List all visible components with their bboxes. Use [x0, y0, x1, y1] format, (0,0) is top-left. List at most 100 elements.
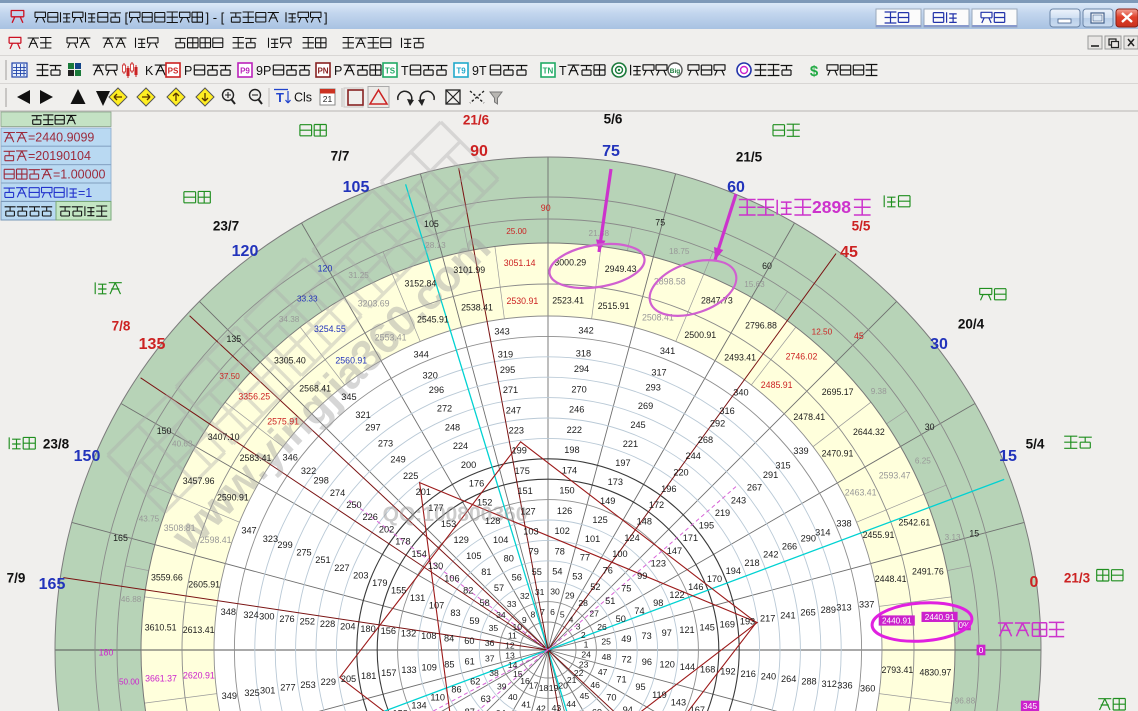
- svg-text:318: 318: [576, 348, 591, 358]
- svg-text:2455.91: 2455.91: [863, 530, 895, 540]
- svg-text:P: P: [184, 64, 192, 78]
- svg-text:81: 81: [481, 567, 491, 577]
- svg-text:59: 59: [469, 616, 479, 626]
- svg-text:12.50: 12.50: [812, 327, 833, 336]
- svg-text:18: 18: [539, 683, 549, 693]
- svg-text:2440.91: 2440.91: [882, 616, 912, 625]
- svg-text:105: 105: [424, 219, 439, 229]
- svg-text:156: 156: [381, 626, 396, 636]
- svg-text:9: 9: [522, 615, 527, 625]
- svg-text:348: 348: [221, 607, 236, 617]
- svg-text:T: T: [559, 64, 567, 78]
- svg-text:168: 168: [700, 664, 715, 674]
- svg-text:58: 58: [479, 598, 489, 608]
- svg-text:2746.02: 2746.02: [786, 351, 818, 361]
- svg-text:3305.40: 3305.40: [274, 355, 306, 365]
- svg-text:148: 148: [637, 517, 652, 527]
- svg-text:274: 274: [330, 488, 345, 498]
- svg-text:196: 196: [661, 484, 676, 494]
- svg-text:7/8: 7/8: [112, 319, 131, 334]
- svg-text:55: 55: [532, 567, 542, 577]
- svg-text:42: 42: [536, 703, 546, 711]
- svg-text:2542.61: 2542.61: [898, 517, 930, 527]
- svg-text:80: 80: [504, 554, 514, 564]
- svg-text:15: 15: [969, 529, 979, 539]
- svg-text:345: 345: [1023, 701, 1037, 711]
- svg-text:167: 167: [690, 705, 705, 711]
- svg-text:2493.41: 2493.41: [724, 353, 756, 363]
- svg-text:2448.41: 2448.41: [875, 574, 907, 584]
- svg-text:270: 270: [571, 384, 586, 394]
- svg-text:2500.91: 2500.91: [684, 330, 716, 340]
- svg-text:5/6: 5/6: [604, 112, 623, 127]
- svg-text:38: 38: [489, 668, 499, 678]
- svg-text:298: 298: [314, 476, 329, 486]
- svg-text:247: 247: [506, 405, 521, 415]
- svg-text:222: 222: [567, 425, 582, 435]
- svg-text:T9: T9: [456, 67, 466, 76]
- svg-text:83: 83: [450, 608, 460, 618]
- svg-text:134: 134: [411, 701, 426, 711]
- svg-text:204: 204: [340, 621, 355, 631]
- svg-text:6: 6: [550, 607, 555, 617]
- svg-text:253: 253: [300, 680, 315, 690]
- svg-text:268: 268: [698, 435, 713, 445]
- svg-text:22: 22: [574, 668, 584, 678]
- svg-text:314: 314: [815, 527, 830, 537]
- svg-text:41: 41: [521, 700, 531, 710]
- svg-text:79: 79: [529, 547, 539, 557]
- svg-text:226: 226: [363, 512, 378, 522]
- svg-text:36: 36: [485, 638, 495, 648]
- svg-text:275: 275: [296, 548, 311, 558]
- svg-text:347: 347: [241, 526, 256, 536]
- svg-text:192: 192: [720, 667, 735, 677]
- svg-text:225: 225: [403, 471, 418, 481]
- svg-text:TS: TS: [385, 67, 396, 76]
- svg-text:152: 152: [477, 497, 492, 507]
- svg-text:264: 264: [781, 674, 796, 684]
- svg-text:46: 46: [590, 680, 600, 690]
- svg-text:40: 40: [508, 692, 518, 702]
- svg-text:43.75: 43.75: [139, 515, 160, 524]
- svg-text:21/6: 21/6: [463, 113, 490, 128]
- svg-text:86: 86: [451, 685, 461, 695]
- svg-text:T: T: [401, 64, 409, 78]
- svg-text:342: 342: [578, 326, 593, 336]
- svg-text:173: 173: [608, 477, 623, 487]
- svg-text:=20190104: =20190104: [28, 149, 91, 163]
- svg-text:52: 52: [590, 582, 600, 592]
- svg-text:3457.96: 3457.96: [183, 476, 215, 486]
- svg-text:338: 338: [836, 518, 851, 528]
- svg-text:70: 70: [606, 693, 616, 703]
- svg-text:150: 150: [559, 486, 574, 496]
- svg-text:154: 154: [412, 549, 427, 559]
- svg-text:30: 30: [550, 587, 560, 597]
- svg-text:2568.41: 2568.41: [299, 384, 331, 394]
- svg-text:Cls: Cls: [294, 91, 312, 105]
- svg-text:3: 3: [576, 621, 581, 631]
- svg-text:103: 103: [523, 526, 538, 536]
- svg-text:] - [: ] - [: [206, 10, 225, 25]
- svg-text:323: 323: [263, 534, 278, 544]
- svg-text:106: 106: [444, 573, 459, 583]
- svg-text:13: 13: [505, 651, 515, 661]
- svg-text:K: K: [145, 64, 154, 78]
- svg-text:PS: PS: [168, 67, 179, 76]
- svg-text:3559.66: 3559.66: [151, 572, 183, 582]
- svg-text:28.13: 28.13: [425, 241, 446, 250]
- svg-text:205: 205: [341, 674, 356, 684]
- svg-text:75: 75: [621, 584, 631, 594]
- svg-text:31: 31: [535, 587, 545, 597]
- svg-text:146: 146: [688, 582, 703, 592]
- svg-text:84: 84: [444, 633, 454, 643]
- svg-text:7: 7: [540, 607, 545, 617]
- svg-text:Big: Big: [670, 68, 681, 75]
- svg-text:2478.41: 2478.41: [793, 412, 825, 422]
- svg-text:252: 252: [300, 617, 315, 627]
- svg-text:224: 224: [453, 441, 468, 451]
- svg-text:3101.99: 3101.99: [453, 265, 485, 275]
- svg-text:221: 221: [623, 439, 638, 449]
- svg-text:3203.69: 3203.69: [358, 298, 390, 308]
- svg-text:125: 125: [592, 515, 607, 525]
- svg-text:179: 179: [372, 578, 387, 588]
